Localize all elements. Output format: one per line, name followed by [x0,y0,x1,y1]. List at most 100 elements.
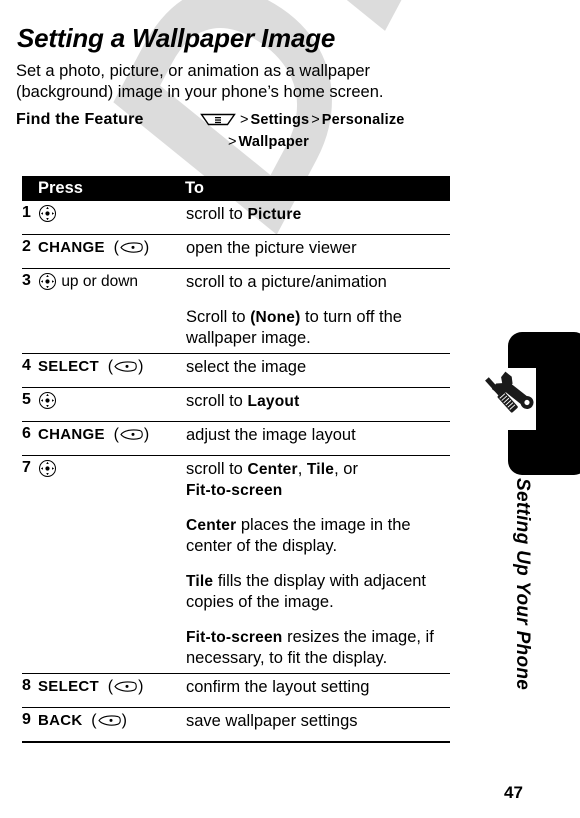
step-press-cell: SELECT ( ) [38,356,188,377]
table-row: 3 up or down scroll to a picture/animati… [22,269,450,354]
paren-open: ( [86,712,97,729]
step-number: 9 [22,711,31,728]
step-to-cell: scroll to Layout [186,391,448,412]
to-text-bold: Fit-to-screen [186,629,283,646]
step-to-cell: confirm the layout setting [186,677,448,698]
find-the-feature-label: Find the Feature [16,111,144,128]
table-row: 4 SELECT ( ) select the image [22,354,450,388]
path-separator-1: > [240,112,249,128]
to-text-plain-after: , [297,460,307,478]
wrench-screwdriver-icon [474,368,536,430]
to-text-bold: (None) [250,309,301,326]
soft-key-icon [119,241,144,254]
press-suffix-text: up or down [61,273,139,290]
step-press-cell: CHANGE ( ) [38,237,188,258]
step-number: 4 [22,357,31,374]
nav-key-icon [38,391,57,410]
step-number: 5 [22,391,31,408]
soft-key-label: SELECT [38,678,99,695]
to-text-plain: save wallpaper settings [186,712,358,730]
path-separator-2: > [311,112,320,128]
soft-key-label: CHANGE [38,426,105,443]
table-row: 9 BACK ( ) save wallpaper settings [22,708,450,743]
soft-key-label: SELECT [38,358,99,375]
step-number: 1 [22,204,31,221]
soft-key-label: BACK [38,712,83,729]
path-item-personalize: Personalize [321,112,405,128]
paren-close: ) [143,426,150,443]
to-text-bold-tile: Tile [306,461,335,478]
path-item-settings: Settings [250,112,310,128]
to-text-plain: scroll to [186,460,248,478]
step-number: 2 [22,238,31,255]
step-press-cell [38,390,188,411]
table-row: 2 CHANGE ( ) open the picture viewer [22,235,450,269]
table-row: 8 SELECT ( ) confirm the layout setting [22,674,450,708]
step-number: 3 [22,272,31,289]
to-text-plain-after2: , or [334,460,358,478]
paren-open: ( [109,239,119,256]
soft-key-icon [113,360,138,373]
step-press-cell: BACK ( ) [38,710,188,731]
step-press-cell [38,458,188,479]
path-item-wallpaper: Wallpaper [238,134,310,150]
step-to-cell: scroll to Picture [186,204,448,225]
to-text-plain: scroll to a picture/animation [186,273,387,291]
to-text-plain: adjust the image layout [186,426,356,444]
step-to-cell: scroll to a picture/animation Scroll to … [186,272,448,349]
to-text-plain: select the image [186,358,307,376]
to-text-bold-fit-to-screen: Fit-to-screen [186,482,283,499]
page-number: 47 [504,783,523,802]
paren-close: ) [121,712,127,729]
to-text-bold: Tile [186,573,214,590]
step-number: 6 [22,425,31,442]
column-header-to: To [185,179,204,197]
intro-paragraph: Set a photo, picture, or animation as a … [16,61,384,101]
chapter-tab-label: Setting Up Your Phone [512,478,533,691]
paren-close: ) [138,358,144,375]
paren-open: ( [109,426,119,443]
to-text-bold-center: Center [247,461,298,478]
step-press-cell: up or down [38,271,188,292]
step-to-cell: select the image [186,357,448,378]
to-text-plain: scroll to [186,205,248,223]
nav-key-icon [38,272,57,291]
column-header-press: Press [38,179,83,197]
to-text-plain: Scroll to [186,308,251,326]
step-to-cell: scroll to Center, Tile, or Fit-to-screen… [186,459,448,669]
soft-key-icon [113,680,138,693]
steps-table: Press To 1 scroll to Picture 2 CHANGE (… [22,176,450,743]
to-text-plain: confirm the layout setting [186,678,370,696]
step-press-cell: SELECT ( ) [38,676,188,697]
paren-open: ( [103,358,114,375]
paren-open: ( [103,678,114,695]
soft-key-label: CHANGE [38,239,105,256]
soft-key-icon [119,428,144,441]
table-row: 6 CHANGE ( ) adjust the image layout [22,422,450,456]
table-header-row: Press To [22,176,450,201]
to-text-bold: Picture [247,206,302,223]
find-the-feature-path: > Settings > Personalize > Wallpaper [200,109,456,153]
path-separator-3: > [228,134,237,150]
paren-close: ) [143,239,150,256]
step-to-cell: open the picture viewer [186,238,448,259]
to-text-plain-after: fills the display with adjacent copies o… [186,572,427,611]
to-text-bold: Center [186,517,237,534]
step-press-cell: CHANGE ( ) [38,424,188,445]
nav-key-icon [38,204,57,223]
step-to-cell: save wallpaper settings [186,711,448,732]
page-content: Setting a Wallpaper Image Set a photo, p… [0,0,580,818]
table-row: 5 scroll to Layout [22,388,450,422]
step-number: 7 [22,459,31,476]
step-press-cell [38,203,188,224]
page-title: Setting a Wallpaper Image [17,23,336,54]
menu-key-icon [200,113,236,126]
to-text-plain: scroll to [186,392,248,410]
step-number: 8 [22,677,31,694]
paren-close: ) [138,678,144,695]
table-row: 7 scroll to Center, Tile, or Fit-to-scre… [22,456,450,674]
step-to-cell: adjust the image layout [186,425,448,446]
nav-key-icon [38,459,57,478]
to-text-bold: Layout [247,393,300,410]
to-text-plain: open the picture viewer [186,239,357,257]
